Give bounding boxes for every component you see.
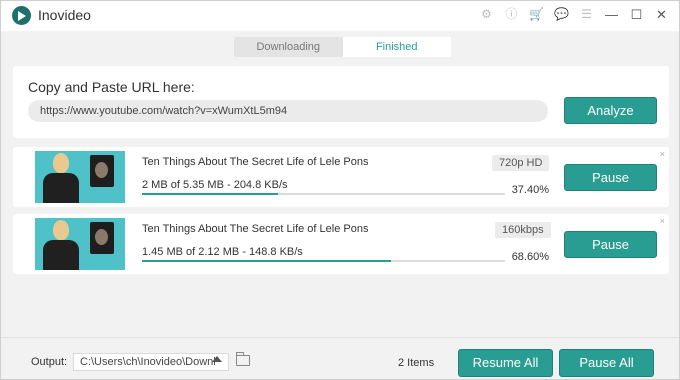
path-dropdown-icon[interactable] <box>212 356 222 362</box>
video-thumbnail <box>35 218 125 270</box>
settings-icon[interactable]: ⚙ <box>479 7 494 22</box>
quality-badge: 720p HD <box>492 155 550 171</box>
pause-all-button[interactable]: Pause All <box>559 349 654 377</box>
minimize-icon[interactable]: — <box>604 7 619 22</box>
title-bar: Inovideo ⚙ ⓘ 🛒 💬 ☰ — ☐ ✕ <box>1 1 679 31</box>
progress-status: 2 MB of 5.35 MB - 204.8 KB/s <box>142 179 288 191</box>
download-item: Ten Things About The Secret Life of Lele… <box>13 214 669 274</box>
chat-icon[interactable]: 💬 <box>554 7 569 22</box>
remove-item-icon[interactable]: × <box>660 149 665 159</box>
tab-downloading[interactable]: Downloading <box>234 37 343 57</box>
tab-bar: Downloading Finished <box>234 37 451 57</box>
app-logo-icon <box>12 6 31 25</box>
remove-item-icon[interactable]: × <box>660 216 665 226</box>
progress-bar <box>142 193 505 195</box>
download-item: Ten Things About The Secret Life of Lele… <box>13 147 669 207</box>
output-path-field[interactable]: C:\Users\ch\Inovideo\Downl <box>73 353 229 371</box>
progress-status: 1.45 MB of 2.12 MB - 148.8 KB/s <box>142 246 303 258</box>
download-title: Ten Things About The Secret Life of Lele… <box>142 223 369 235</box>
progress-fill <box>142 260 392 262</box>
info-icon[interactable]: ⓘ <box>504 7 519 22</box>
download-title: Ten Things About The Secret Life of Lele… <box>142 156 369 168</box>
progress-bar <box>142 260 505 262</box>
pause-button[interactable]: Pause <box>564 164 657 191</box>
footer-bar: Output: C:\Users\ch\Inovideo\Downl 2 Ite… <box>1 337 679 379</box>
folder-icon[interactable] <box>236 352 250 366</box>
url-input[interactable]: https://www.youtube.com/watch?v=xWumXtL5… <box>28 100 548 122</box>
url-panel-title: Copy and Paste URL here: <box>28 79 195 95</box>
url-panel: Copy and Paste URL here: https://www.you… <box>13 66 669 138</box>
titlebar-icons: ⚙ ⓘ 🛒 💬 ☰ — ☐ ✕ <box>479 7 669 22</box>
pause-button[interactable]: Pause <box>564 231 657 258</box>
items-count: 2 Items <box>398 357 435 369</box>
maximize-icon[interactable]: ☐ <box>629 7 644 22</box>
progress-fill <box>142 193 278 195</box>
resume-all-button[interactable]: Resume All <box>458 349 553 377</box>
analyze-button[interactable]: Analyze <box>564 97 657 124</box>
progress-percent: 68.60% <box>511 251 549 263</box>
output-label: Output: <box>31 356 68 368</box>
app-window: Inovideo ⚙ ⓘ 🛒 💬 ☰ — ☐ ✕ Downloading Fin… <box>0 0 680 380</box>
menu-icon[interactable]: ☰ <box>579 7 594 22</box>
tab-finished[interactable]: Finished <box>342 37 451 57</box>
quality-badge: 160kbps <box>495 222 551 238</box>
close-icon[interactable]: ✕ <box>654 7 669 22</box>
cart-icon[interactable]: 🛒 <box>529 7 544 22</box>
progress-percent: 37.40% <box>511 184 549 196</box>
video-thumbnail <box>35 151 125 203</box>
app-title: Inovideo <box>38 7 91 23</box>
